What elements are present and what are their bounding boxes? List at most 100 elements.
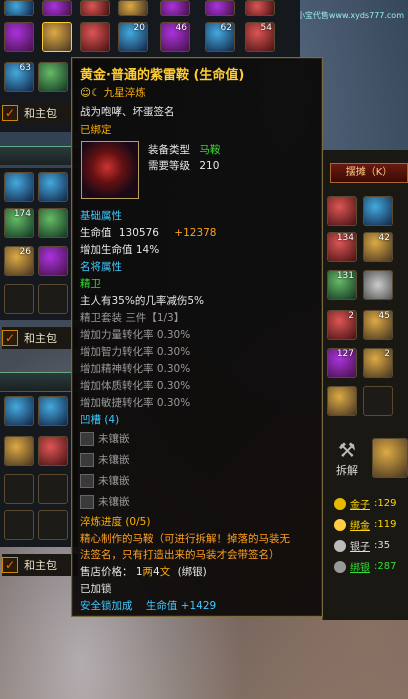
- hp-label: 生命值: [80, 227, 112, 239]
- set-attr: 增加力量转化率 0.30%: [80, 329, 191, 341]
- item-slot[interactable]: [118, 0, 148, 16]
- bound-silver-coin-icon: [334, 560, 346, 573]
- item-slot[interactable]: 63: [4, 62, 34, 92]
- money-value: :287: [374, 561, 397, 572]
- item-slot-empty[interactable]: [363, 386, 393, 416]
- level-label: 需要等级: [148, 160, 190, 172]
- price-label: 售店价格：: [80, 566, 133, 578]
- note-line: 法签名，只有打造出来的马装才会带签名）: [80, 549, 280, 561]
- item-slot[interactable]: [4, 172, 34, 202]
- price-bound: (绑银): [177, 566, 207, 578]
- item-slot[interactable]: [42, 22, 72, 52]
- money-bound-silver-row: 绑银 :287: [334, 559, 396, 574]
- stall-button[interactable]: 摆摊（K）: [330, 163, 408, 183]
- socket-row: 未镶嵌: [80, 494, 130, 509]
- inventory-section-3: [0, 392, 78, 547]
- item-slot[interactable]: 54: [245, 22, 275, 52]
- set-name: 精卫: [80, 278, 101, 290]
- item-slot-empty[interactable]: [4, 284, 34, 314]
- refine-progress: 淬炼进度 (0/5): [80, 516, 151, 528]
- checkbox-checked-icon[interactable]: ✓: [2, 105, 18, 121]
- item-slot-empty[interactable]: [4, 474, 34, 504]
- price-silver-unit: 文: [159, 566, 171, 578]
- item-slot[interactable]: 131: [327, 270, 357, 300]
- refine-row: ☺☾ 九星淬炼: [80, 85, 146, 100]
- money-label: 金子: [350, 500, 370, 511]
- item-slot[interactable]: [4, 436, 34, 466]
- item-slot[interactable]: [363, 270, 393, 300]
- item-slot[interactable]: [245, 0, 275, 16]
- hp-percent: 增加生命值 14%: [80, 244, 160, 256]
- item-slot[interactable]: [42, 0, 72, 16]
- item-slot[interactable]: 127: [327, 348, 357, 378]
- item-slot[interactable]: [4, 0, 34, 16]
- item-slot[interactable]: 2: [363, 348, 393, 378]
- checkbox-label: 和主包: [24, 107, 57, 120]
- saddle-icon: [81, 141, 139, 199]
- item-slot[interactable]: [38, 436, 68, 466]
- item-slot[interactable]: 62: [205, 22, 235, 52]
- equip-type-label: 装备类型: [148, 144, 190, 156]
- socket-label: 未镶嵌: [98, 454, 130, 466]
- item-slot[interactable]: [38, 208, 68, 238]
- dismantle-button[interactable]: ⚒ 拆解: [330, 438, 364, 478]
- item-slot[interactable]: [38, 172, 68, 202]
- basic-attr-header: 基础属性: [80, 210, 122, 222]
- item-slot[interactable]: 45: [363, 310, 393, 340]
- money-label: 绑金: [350, 521, 370, 532]
- item-slot[interactable]: 174: [4, 208, 34, 238]
- item-slot[interactable]: [80, 22, 110, 52]
- item-slot[interactable]: [38, 396, 68, 426]
- item-slot[interactable]: [38, 62, 68, 92]
- money-value: :129: [374, 498, 397, 509]
- item-slot[interactable]: 26: [4, 246, 34, 276]
- item-slot[interactable]: 46: [160, 22, 190, 52]
- item-slot[interactable]: [80, 0, 110, 16]
- merge-main-bag-row[interactable]: ✓ 和主包: [2, 554, 78, 576]
- item-title: 黄金·普通的紫雷鞍 (生命值): [80, 68, 245, 83]
- note-line: 精心制作的马鞍（可进行拆解！掉落的马装无: [80, 533, 290, 545]
- checkbox-checked-icon[interactable]: ✓: [2, 330, 18, 346]
- checkbox-checked-icon[interactable]: ✓: [2, 557, 18, 573]
- socket-empty-icon: [80, 432, 94, 446]
- hammer-icon: ⚒: [338, 438, 356, 462]
- item-slot[interactable]: [205, 0, 235, 16]
- safety-row: 安全锁加成 生命值 +1429: [80, 598, 216, 613]
- moon-icon: ☾: [90, 87, 101, 99]
- item-slot[interactable]: [4, 396, 34, 426]
- item-slot[interactable]: [363, 196, 393, 226]
- set-desc: 主人有35%的几率减伤5%: [80, 295, 204, 307]
- item-slot[interactable]: [4, 22, 34, 52]
- item-slot[interactable]: 134: [327, 232, 357, 262]
- money-label: 绑银: [350, 563, 370, 574]
- socket-row: 未镶嵌: [80, 452, 130, 467]
- dismantle-slot[interactable]: [372, 438, 408, 478]
- refine-label: 九星淬炼: [103, 87, 146, 99]
- set-attr: 增加体质转化率 0.30%: [80, 380, 191, 392]
- price-gold-unit: 两: [142, 566, 154, 578]
- item-slot[interactable]: [327, 196, 357, 226]
- item-slot[interactable]: [38, 246, 68, 276]
- item-slot-empty[interactable]: [38, 510, 68, 540]
- merge-main-bag-row[interactable]: ✓ 和主包: [2, 327, 78, 349]
- item-slot[interactable]: 20: [118, 22, 148, 52]
- set-attr: 增加精神转化率 0.30%: [80, 363, 191, 375]
- equip-type-row: 装备类型 马鞍: [148, 142, 220, 157]
- equip-type-value: 马鞍: [199, 144, 221, 156]
- famous-attr-header: 名将属性: [80, 261, 122, 273]
- item-slot[interactable]: 42: [363, 232, 393, 262]
- item-slot[interactable]: [160, 0, 190, 16]
- item-slot[interactable]: 2: [327, 310, 357, 340]
- hp-bonus: +12378: [174, 227, 217, 239]
- money-value: :35: [374, 540, 391, 551]
- item-slot[interactable]: [327, 386, 357, 416]
- hp-row: 生命值 130576 +12378: [80, 225, 216, 240]
- hp-value: 130576: [118, 227, 159, 239]
- checkbox-label: 和主包: [24, 559, 57, 572]
- item-slot-empty[interactable]: [4, 510, 34, 540]
- merge-main-bag-row[interactable]: ✓ 和主包: [2, 102, 78, 124]
- item-slot-empty[interactable]: [38, 474, 68, 504]
- watermark: 小宝代售www.xyds777.com: [296, 11, 404, 20]
- item-slot-empty[interactable]: [38, 284, 68, 314]
- bound-status: 已绑定: [80, 124, 112, 136]
